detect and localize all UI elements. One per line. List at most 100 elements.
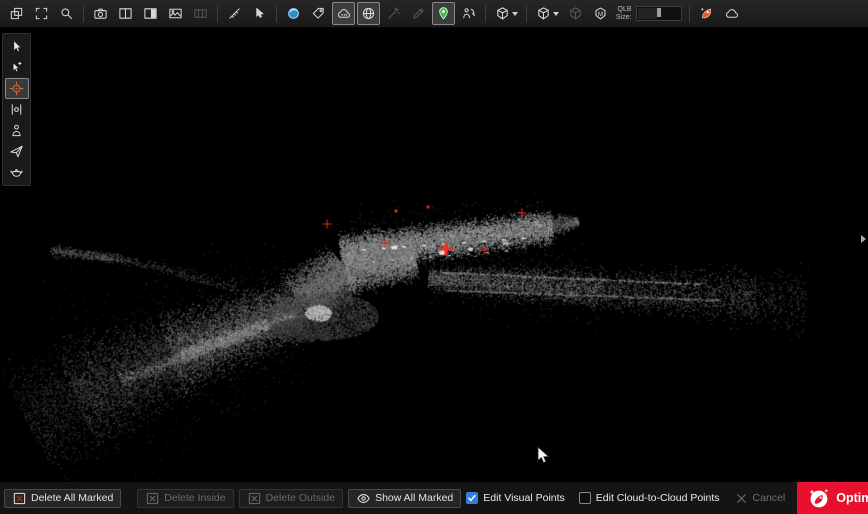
paper-plane-icon bbox=[9, 144, 24, 159]
pane-right-button[interactable] bbox=[139, 2, 162, 25]
magic-wand-button[interactable] bbox=[382, 2, 405, 25]
delete-outside-button[interactable]: Delete Outside bbox=[239, 489, 343, 508]
toolbar-right-icons bbox=[694, 2, 744, 25]
image-pair-button[interactable] bbox=[164, 2, 187, 25]
gcp-refresh-icon bbox=[461, 6, 476, 21]
image-strip-button[interactable] bbox=[189, 2, 212, 25]
checkbox-label: Edit Visual Points bbox=[483, 492, 565, 504]
split-view-button[interactable] bbox=[114, 2, 137, 25]
toolbar-separator bbox=[526, 5, 527, 22]
pointer-sparkle-icon bbox=[9, 60, 24, 75]
image-strip-icon bbox=[193, 6, 208, 21]
cancel-label: Cancel bbox=[753, 492, 786, 504]
zoom-region-button[interactable] bbox=[55, 2, 78, 25]
viewport-3d[interactable] bbox=[0, 27, 868, 482]
camera-button[interactable] bbox=[89, 2, 112, 25]
button-label: Delete Inside bbox=[164, 492, 225, 504]
toolbar-separator bbox=[689, 5, 690, 22]
pane-right-icon bbox=[143, 6, 158, 21]
delete-marked-icon bbox=[247, 491, 262, 506]
toolbar-separator bbox=[485, 5, 486, 22]
rocket-button[interactable] bbox=[695, 2, 718, 25]
bottom-buttons-group: Delete All Marked Delete Inside Delete Out… bbox=[4, 489, 466, 508]
left-toolbar bbox=[2, 33, 31, 186]
overlap-windows-icon bbox=[9, 6, 24, 21]
overlap-windows-button[interactable] bbox=[5, 2, 28, 25]
slider-thumb[interactable] bbox=[657, 8, 661, 17]
rocket-icon bbox=[699, 6, 714, 21]
measure-button[interactable] bbox=[223, 2, 246, 25]
checkbox-box[interactable] bbox=[466, 492, 478, 504]
sphere-icon bbox=[286, 6, 301, 21]
rocket-badge-icon bbox=[808, 488, 829, 509]
checkbox-box[interactable] bbox=[579, 492, 591, 504]
paper-plane-button[interactable] bbox=[5, 141, 29, 162]
pencil-button[interactable] bbox=[407, 2, 430, 25]
cube-m-icon: M bbox=[593, 6, 608, 21]
clip-box-icon bbox=[495, 6, 510, 21]
pin-icon bbox=[436, 6, 451, 21]
fullscreen-button[interactable] bbox=[30, 2, 53, 25]
cursor-select-button[interactable] bbox=[248, 2, 271, 25]
cloud-icon bbox=[724, 6, 739, 21]
pointer-icon bbox=[9, 39, 24, 54]
orbit-target-icon bbox=[9, 81, 24, 96]
cube-icon bbox=[536, 6, 551, 21]
globe-button[interactable] bbox=[357, 2, 380, 25]
pin-button[interactable] bbox=[432, 2, 455, 25]
point-cloud-canvas[interactable] bbox=[0, 27, 868, 482]
checkbox-label: Edit Cloud-to-Cloud Points bbox=[596, 492, 720, 504]
image-pair-icon bbox=[168, 6, 183, 21]
pointer-button[interactable] bbox=[5, 36, 29, 57]
svg-text:M: M bbox=[598, 11, 603, 18]
toolbar-separator bbox=[83, 5, 84, 22]
chevron-right-icon bbox=[861, 235, 866, 243]
panel-expand-handle[interactable] bbox=[859, 231, 867, 247]
qlb-size-slider[interactable] bbox=[636, 6, 682, 21]
pointer-sparkle-button[interactable] bbox=[5, 57, 29, 78]
delete-all-marked-button[interactable]: Delete All Marked bbox=[4, 489, 121, 508]
optimize-label: Optimize Bundle bbox=[836, 491, 868, 505]
edit-visual-points-checkbox[interactable]: Edit Visual Points bbox=[466, 492, 565, 504]
magic-wand-icon bbox=[386, 6, 401, 21]
optimize-bundle-button[interactable]: Optimize Bundle bbox=[797, 482, 868, 514]
mouse-cursor bbox=[537, 446, 551, 469]
edit-cloud-to-cloud-checkbox[interactable]: Edit Cloud-to-Cloud Points bbox=[579, 492, 720, 504]
qlb-label-line1: QLB bbox=[616, 6, 632, 14]
cancel-button[interactable]: Cancel bbox=[734, 491, 786, 506]
point-cloud-button[interactable] bbox=[332, 2, 355, 25]
orbit-target-button[interactable] bbox=[5, 78, 29, 99]
gcp-refresh-button[interactable] bbox=[457, 2, 480, 25]
sphere-button[interactable] bbox=[282, 2, 305, 25]
delete-marked-icon bbox=[12, 491, 27, 506]
tags-button[interactable] bbox=[307, 2, 330, 25]
toolbar-separator bbox=[276, 5, 277, 22]
cube-m-button[interactable]: M bbox=[589, 2, 612, 25]
zoom-region-icon bbox=[59, 6, 74, 21]
qlb-label-line2: Size: bbox=[616, 14, 632, 22]
qlb-size-control: QLB Size: bbox=[616, 6, 682, 22]
button-label: Delete All Marked bbox=[31, 492, 113, 504]
teapot-button[interactable] bbox=[5, 162, 29, 183]
dropdown-caret-icon bbox=[553, 12, 559, 16]
globe-icon bbox=[361, 6, 376, 21]
cube-button[interactable] bbox=[532, 2, 562, 25]
person-button[interactable] bbox=[5, 120, 29, 141]
button-label: Delete Outside bbox=[266, 492, 335, 504]
show-marked-icon bbox=[356, 491, 371, 506]
cloud-button[interactable] bbox=[720, 2, 743, 25]
pencil-icon bbox=[411, 6, 426, 21]
cube-outline-button[interactable] bbox=[564, 2, 587, 25]
show-all-marked-button[interactable]: Show All Marked bbox=[348, 489, 461, 508]
point-cloud-icon bbox=[336, 6, 351, 21]
clip-box-button[interactable] bbox=[491, 2, 521, 25]
slider-fill bbox=[638, 8, 657, 19]
cube-outline-icon bbox=[568, 6, 583, 21]
close-icon bbox=[734, 491, 749, 506]
button-label: Show All Marked bbox=[375, 492, 453, 504]
tags-icon bbox=[311, 6, 326, 21]
level-button[interactable] bbox=[5, 99, 29, 120]
split-view-icon bbox=[118, 6, 133, 21]
toolbar-separator bbox=[217, 5, 218, 22]
delete-inside-button[interactable]: Delete Inside bbox=[137, 489, 233, 508]
